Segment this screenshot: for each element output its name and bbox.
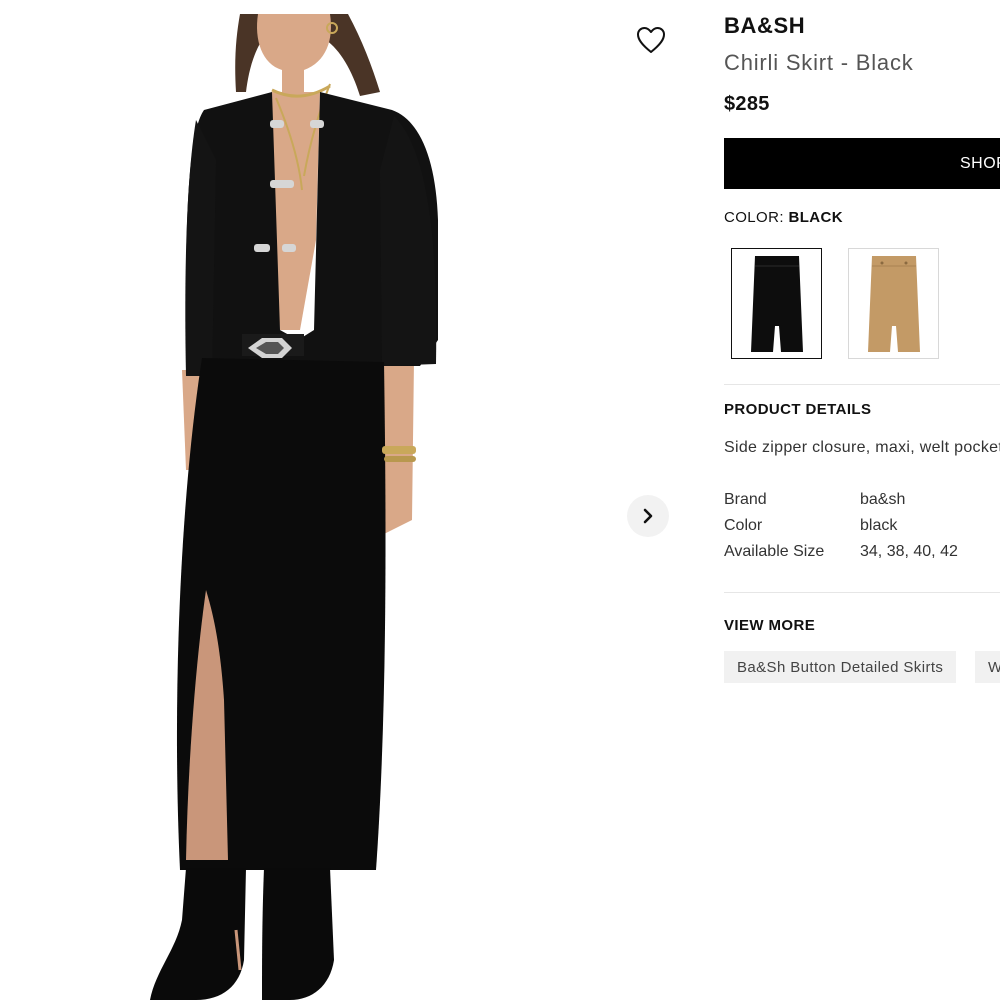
brand-name[interactable]: BA&SH (724, 13, 805, 39)
spec-row-size: Available Size 34, 38, 40, 42 (724, 543, 958, 561)
favorite-button[interactable] (632, 22, 670, 58)
spec-key: Available Size (724, 543, 825, 560)
product-details-panel: BA&SH Chirli Skirt - Black $285 SHOP COL… (724, 0, 1000, 1000)
shop-button[interactable]: SHOP (724, 138, 1000, 189)
view-more-title: VIEW MORE (724, 617, 816, 634)
product-gallery (0, 0, 700, 1000)
color-label-prefix: COLOR: (724, 209, 789, 226)
spec-row-color: Color black (724, 517, 897, 535)
product-photo (150, 14, 438, 1000)
color-swatch-black[interactable] (731, 248, 822, 359)
spec-row-brand: Brand ba&sh (724, 491, 905, 509)
skirt-thumbnail-camel (867, 255, 920, 352)
spec-value: ba&sh (860, 491, 906, 508)
chevron-right-icon (643, 508, 653, 524)
spec-value: 34, 38, 40, 42 (860, 543, 958, 560)
skirt-thumbnail-black (750, 255, 803, 352)
product-description: Side zipper closure, maxi, welt pockets (724, 439, 1000, 456)
color-label: COLOR: BLACK (724, 209, 843, 226)
product-name: Chirli Skirt - Black (724, 50, 914, 75)
color-swatch-camel[interactable] (848, 248, 939, 359)
spec-key: Brand (724, 491, 767, 508)
heart-outline-icon (637, 27, 665, 53)
product-price: $285 (724, 93, 770, 115)
view-more-tag[interactable]: Ba&Sh Button Detailed Skirts (724, 651, 957, 683)
divider (724, 592, 1000, 593)
shop-button-label: SHOP (960, 154, 1000, 172)
spec-key: Color (724, 517, 763, 534)
spec-value: black (860, 517, 898, 534)
view-more-tag[interactable]: W (975, 651, 1000, 683)
product-details-title: PRODUCT DETAILS (724, 401, 872, 418)
divider (724, 384, 1000, 385)
next-image-button[interactable] (627, 495, 669, 537)
selected-color: BLACK (788, 209, 843, 226)
